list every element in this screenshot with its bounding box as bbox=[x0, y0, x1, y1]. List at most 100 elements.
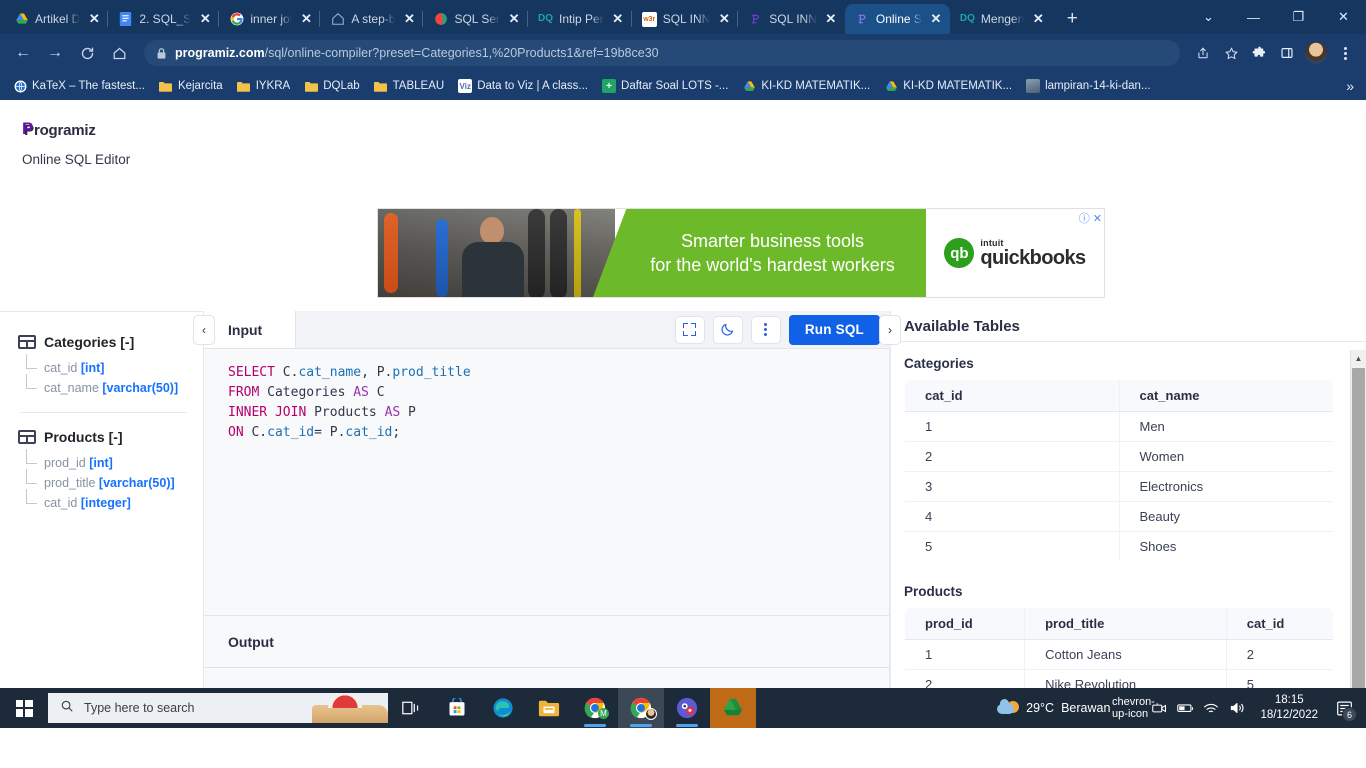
moon-icon[interactable] bbox=[712, 315, 743, 344]
close-icon[interactable]: ✕ bbox=[716, 11, 732, 27]
table-row: 3 Electronics bbox=[905, 471, 1333, 503]
weather-condition: Berawan bbox=[1061, 701, 1111, 715]
reload-icon[interactable] bbox=[72, 38, 102, 68]
table-header-row: cat_id cat_name bbox=[905, 380, 1333, 413]
ad-close-icon[interactable]: ✕ bbox=[1093, 212, 1102, 225]
microsoft-edge-icon[interactable] bbox=[480, 688, 526, 728]
bookmarks-overflow-button[interactable]: » bbox=[1340, 78, 1360, 94]
bookmarks-bar: KaTeX – The fastest... Kejarcita IYKRA D… bbox=[0, 72, 1366, 100]
ad-photo bbox=[378, 209, 615, 297]
tab-search-icon[interactable]: ⌄ bbox=[1186, 0, 1231, 34]
photo-icon bbox=[1026, 79, 1041, 93]
close-icon[interactable]: ✕ bbox=[610, 11, 626, 27]
home-icon[interactable] bbox=[104, 38, 134, 68]
minimize-button[interactable]: — bbox=[1231, 0, 1276, 34]
share-icon[interactable] bbox=[1190, 40, 1216, 66]
run-sql-button[interactable]: Run SQL bbox=[788, 314, 880, 345]
sql-code-editor[interactable]: SELECT C.cat_name, P.prod_title FROM Cat… bbox=[204, 349, 890, 615]
side-panel-icon[interactable] bbox=[1274, 40, 1300, 66]
chevron-up-icon[interactable]: chevron-up-icon bbox=[1112, 688, 1155, 728]
bookmark-item[interactable]: Viz Data to Viz | A class... bbox=[451, 75, 595, 97]
browser-tab[interactable]: inner joi ✕ bbox=[218, 4, 320, 34]
browser-tab[interactable]: DQ Intip Per ✕ bbox=[527, 4, 632, 34]
browser-tab[interactable]: DQ Mengen ✕ bbox=[950, 4, 1052, 34]
close-icon[interactable]: ✕ bbox=[401, 11, 417, 27]
close-icon[interactable]: ✕ bbox=[197, 11, 213, 27]
weather-widget[interactable]: 29°C Berawan bbox=[987, 699, 1120, 717]
close-icon[interactable]: ✕ bbox=[86, 11, 102, 27]
three-dot-vertical-icon[interactable] bbox=[750, 315, 781, 344]
bookmark-item[interactable]: DQLab bbox=[297, 75, 366, 97]
address-bar[interactable]: programiz.com/sql/online-compiler?preset… bbox=[144, 40, 1180, 66]
ad-info-icon[interactable]: ⓘ bbox=[1079, 210, 1090, 226]
puzzle-icon[interactable] bbox=[1246, 40, 1272, 66]
column-type: [varchar(50)] bbox=[102, 381, 179, 395]
output-header: Output bbox=[204, 616, 889, 668]
microsoft-store-icon[interactable] bbox=[434, 688, 480, 728]
close-icon[interactable]: ✕ bbox=[1030, 11, 1046, 27]
advertisement-banner[interactable]: Smarter business tools for the world's h… bbox=[377, 208, 1105, 298]
close-icon[interactable]: ✕ bbox=[928, 11, 944, 27]
bookmark-item[interactable]: lampiran-14-ki-dan... bbox=[1019, 75, 1157, 97]
profile-avatar-badge bbox=[645, 708, 657, 720]
bookmark-item[interactable]: TABLEAU bbox=[367, 75, 452, 97]
taskbar-clock[interactable]: 18:15 18/12/2022 bbox=[1250, 693, 1328, 723]
new-tab-button[interactable]: + bbox=[1058, 5, 1086, 33]
browser-tab[interactable]: 𝙿 SQL INN ✕ bbox=[737, 4, 845, 34]
bookmark-label: TABLEAU bbox=[392, 80, 445, 92]
task-view-icon[interactable] bbox=[388, 688, 434, 728]
close-window-button[interactable]: ✕ bbox=[1321, 0, 1366, 34]
folder-icon bbox=[159, 79, 173, 93]
speaker-icon[interactable] bbox=[1224, 688, 1250, 728]
bookmark-item[interactable]: KI-KD MATEMATIK... bbox=[877, 75, 1019, 97]
google-drive-icon[interactable] bbox=[710, 688, 756, 728]
forward-icon[interactable]: → bbox=[40, 38, 70, 68]
bookmark-item[interactable]: KI-KD MATEMATIK... bbox=[735, 75, 877, 97]
camera-icon[interactable] bbox=[1146, 688, 1172, 728]
chrome-profile-icon[interactable] bbox=[618, 688, 664, 728]
browser-tab[interactable]: SQL Ser ✕ bbox=[422, 4, 528, 34]
browser-tab[interactable]: A step-b ✕ bbox=[319, 4, 423, 34]
tab-input[interactable]: Input bbox=[204, 311, 296, 348]
three-dot-menu-icon[interactable] bbox=[1332, 40, 1358, 66]
chrome-other-icon[interactable] bbox=[664, 688, 710, 728]
fullscreen-icon[interactable] bbox=[674, 315, 705, 344]
browser-tab[interactable]: 2. SQL_S ✕ bbox=[107, 4, 219, 34]
schema-table-header[interactable]: Categories [-] bbox=[18, 334, 189, 350]
close-icon[interactable]: ✕ bbox=[823, 11, 839, 27]
scroll-up-icon[interactable]: ▲ bbox=[1351, 350, 1366, 366]
schema-table-products[interactable]: Products [-] prod_id [int] prod_title [v… bbox=[18, 429, 189, 513]
battery-icon[interactable] bbox=[1172, 688, 1198, 728]
wifi-icon[interactable] bbox=[1198, 688, 1224, 728]
bookmark-item[interactable]: Kejarcita bbox=[152, 75, 230, 97]
bookmark-item[interactable]: IYKRA bbox=[230, 75, 298, 97]
panel-scrollbar[interactable]: ▲ bbox=[1350, 350, 1366, 728]
available-table-categories: Categories cat_id cat_name 1 Men 2 Women… bbox=[904, 356, 1334, 563]
close-icon[interactable]: ✕ bbox=[506, 11, 522, 27]
schema-table-categories[interactable]: Categories [-] cat_id [int] cat_name [va… bbox=[18, 334, 189, 398]
windows-start-icon[interactable] bbox=[0, 688, 48, 728]
search-input[interactable]: Type here to search bbox=[48, 693, 388, 723]
tab-title: SQL INN bbox=[662, 12, 711, 26]
browser-tab[interactable]: Artikel D ✕ bbox=[4, 4, 108, 34]
notification-center-button[interactable]: 6 bbox=[1328, 688, 1360, 728]
schema-table-header[interactable]: Products [-] bbox=[18, 429, 189, 445]
file-explorer-icon[interactable] bbox=[526, 688, 572, 728]
expand-right-panel-button[interactable]: › bbox=[879, 315, 901, 345]
back-icon[interactable]: ← bbox=[8, 38, 38, 68]
browser-tab[interactable]: w3r SQL INN ✕ bbox=[630, 4, 739, 34]
bookmark-item[interactable]: KaTeX – The fastest... bbox=[6, 75, 152, 97]
quickbooks-mark-icon: qb bbox=[944, 238, 975, 268]
bookmark-item[interactable]: + Daftar Soal LOTS -... bbox=[595, 75, 735, 97]
scrollbar-thumb[interactable] bbox=[1352, 368, 1365, 727]
avatar[interactable] bbox=[1305, 42, 1327, 64]
programiz-logo-text: Programiz bbox=[24, 121, 96, 139]
close-icon[interactable]: ✕ bbox=[298, 11, 314, 27]
programiz-logo[interactable]: P Programiz bbox=[22, 119, 203, 140]
chrome-icon[interactable]: M bbox=[572, 688, 618, 728]
star-icon[interactable] bbox=[1218, 40, 1244, 66]
maximize-restore-button[interactable]: ❐ bbox=[1276, 0, 1321, 34]
cell: Cotton Jeans bbox=[1024, 639, 1227, 671]
collapse-left-panel-button[interactable]: ‹ bbox=[193, 315, 215, 345]
browser-tab-active[interactable]: 𝙿 Online S ✕ bbox=[844, 4, 950, 34]
